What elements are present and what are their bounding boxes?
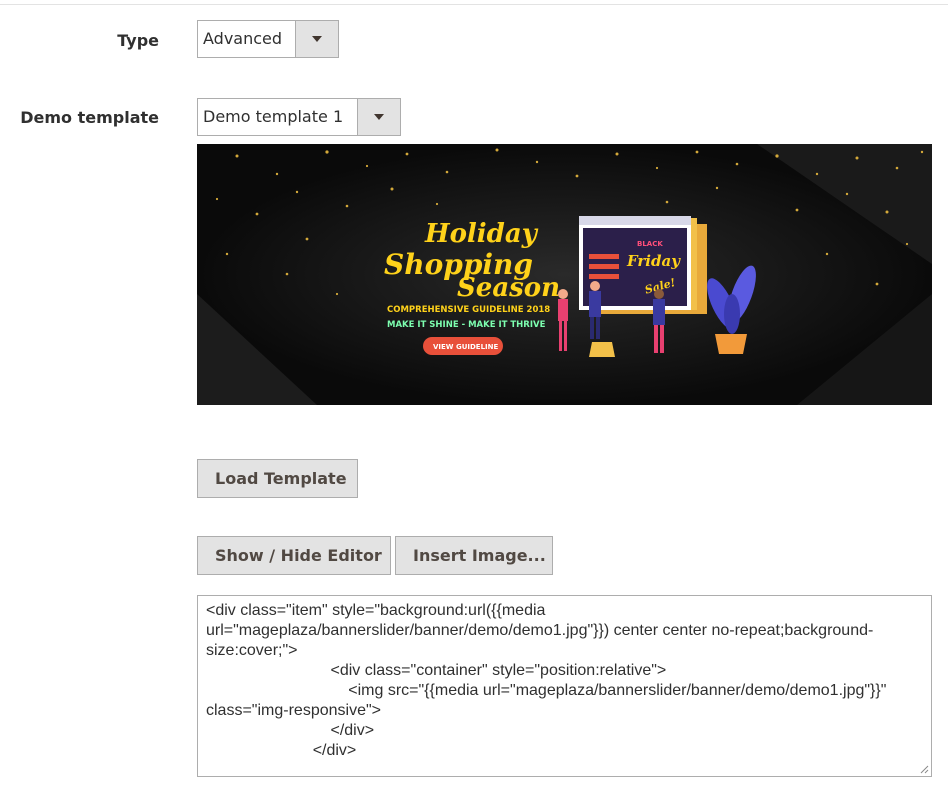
resize-handle-icon[interactable] xyxy=(919,764,929,774)
load-template-button[interactable]: Load Template xyxy=(197,459,358,498)
show-hide-editor-button[interactable]: Show / Hide Editor xyxy=(197,536,391,575)
type-select-value: Advanced xyxy=(203,29,283,48)
demo-template-select-value: Demo template 1 xyxy=(203,107,344,126)
type-select[interactable]: Advanced xyxy=(197,20,339,58)
svg-text:BLACK: BLACK xyxy=(637,240,663,248)
svg-text:Season: Season xyxy=(457,273,560,303)
chevron-down-icon[interactable] xyxy=(357,99,400,135)
demo-template-select[interactable]: Demo template 1 xyxy=(197,98,401,136)
banner-tagline: MAKE IT SHINE - MAKE IT THRIVE xyxy=(387,320,546,330)
demo-template-label: Demo template xyxy=(20,108,159,127)
insert-image-button[interactable]: Insert Image... xyxy=(395,536,553,575)
type-label: Type xyxy=(117,31,159,50)
svg-text:Friday: Friday xyxy=(626,252,681,270)
banner-subtitle: COMPREHENSIVE GUIDELINE 2018 xyxy=(387,305,550,315)
content-editor-textarea[interactable]: <div class="item" style="background:url(… xyxy=(197,595,932,777)
svg-text:Holiday: Holiday xyxy=(424,219,539,249)
view-guideline-label: VIEW GUIDELINE xyxy=(433,343,499,351)
chevron-down-icon[interactable] xyxy=(295,21,338,57)
banner-illustration: Holiday Shopping Season COMPREHENSIVE GU… xyxy=(197,144,932,405)
top-divider xyxy=(0,0,948,5)
demo-template-preview: Holiday Shopping Season COMPREHENSIVE GU… xyxy=(197,144,932,405)
